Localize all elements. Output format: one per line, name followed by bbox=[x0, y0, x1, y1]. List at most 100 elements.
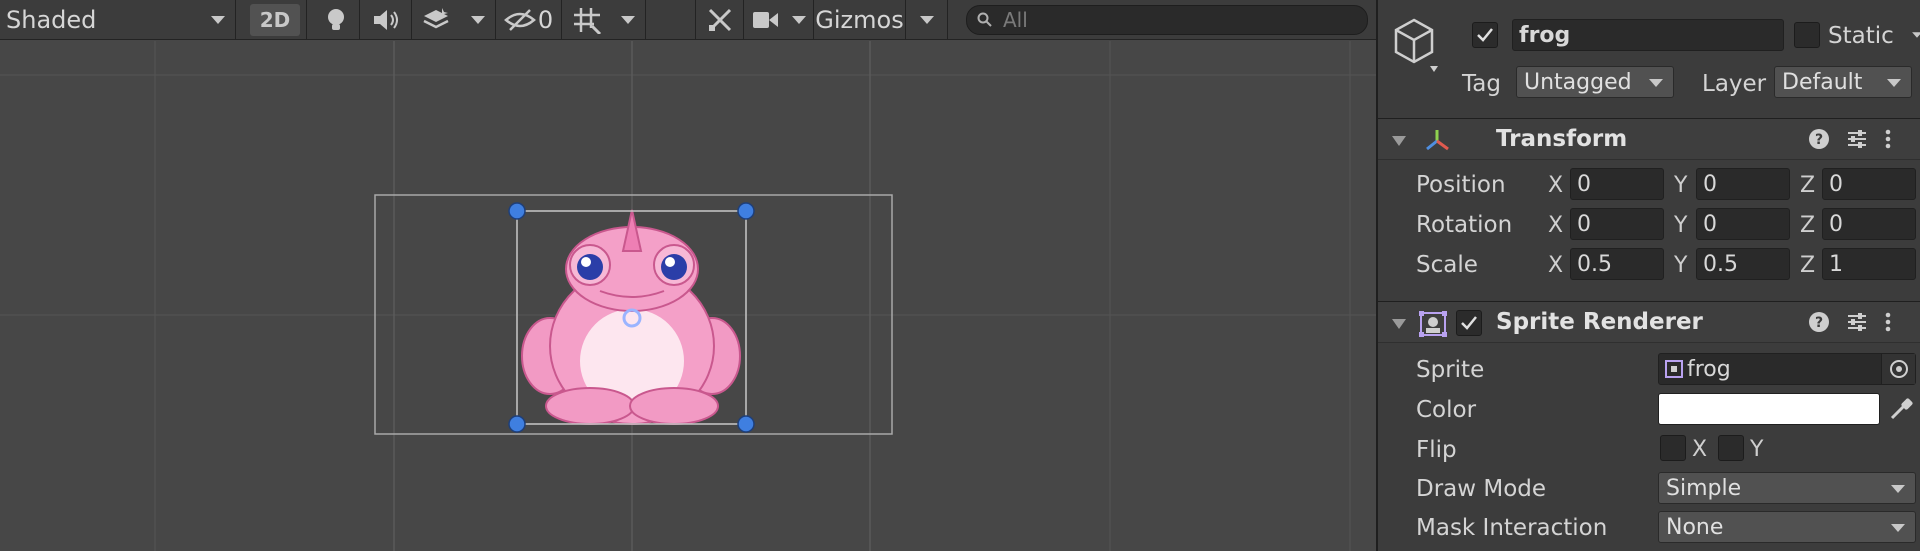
layer-value: Default bbox=[1782, 69, 1863, 95]
target-picker-icon bbox=[1889, 360, 1908, 378]
mask-interaction-dropdown[interactable]: None bbox=[1658, 511, 1916, 543]
rotation-x-value: 0 bbox=[1577, 211, 1591, 237]
checkmark-icon bbox=[1477, 28, 1493, 42]
grid-dropdown[interactable] bbox=[562, 0, 646, 40]
scale-y-field[interactable]: 0.5 bbox=[1696, 248, 1790, 280]
chevron-down-icon bbox=[1891, 524, 1905, 532]
layer-dropdown[interactable]: Default bbox=[1774, 66, 1912, 98]
rotation-x-field[interactable]: 0 bbox=[1570, 208, 1664, 240]
flip-label: Flip bbox=[1416, 437, 1457, 463]
transform-icon bbox=[1426, 130, 1449, 151]
tag-label: Tag bbox=[1462, 71, 1501, 97]
object-name-field[interactable]: frog bbox=[1512, 19, 1784, 51]
preset-icon[interactable] bbox=[1846, 128, 1868, 150]
chevron-down-icon bbox=[1649, 79, 1663, 87]
rotation-z-value: 0 bbox=[1829, 211, 1843, 237]
layer-label: Layer bbox=[1702, 71, 1767, 97]
scene-view[interactable]: Shaded 2D 0 Gizmos All bbox=[0, 0, 1376, 551]
sprite-renderer-icon bbox=[1419, 311, 1447, 337]
axis-z-label: Z bbox=[1800, 253, 1816, 278]
position-y-field[interactable]: 0 bbox=[1696, 168, 1790, 200]
scale-x-field[interactable]: 0.5 bbox=[1570, 248, 1664, 280]
axis-y-label: Y bbox=[1674, 213, 1688, 238]
mode-2d-button[interactable]: 2D bbox=[250, 4, 300, 36]
grid-snap-icon bbox=[573, 8, 601, 34]
eye-hidden-icon bbox=[503, 9, 536, 31]
position-x-field[interactable]: 0 bbox=[1570, 168, 1664, 200]
axis-y-label: Y bbox=[1674, 253, 1688, 278]
effects-dropdown[interactable] bbox=[412, 0, 496, 40]
help-icon[interactable]: ? bbox=[1808, 311, 1830, 333]
sprite-value: frog bbox=[1687, 356, 1731, 382]
position-label: Position bbox=[1416, 172, 1506, 198]
rotation-z-field[interactable]: 0 bbox=[1822, 208, 1916, 240]
rect-handle-top-left[interactable] bbox=[508, 202, 526, 220]
camera-dropdown[interactable] bbox=[744, 0, 814, 40]
rotation-label: Rotation bbox=[1416, 212, 1513, 238]
frog-sprite-object[interactable] bbox=[0, 41, 1376, 551]
tag-dropdown[interactable]: Untagged bbox=[1516, 66, 1674, 98]
axis-x-label: X bbox=[1548, 213, 1564, 238]
flip-x-checkbox[interactable] bbox=[1660, 435, 1686, 461]
rect-handle-bottom-left[interactable] bbox=[508, 415, 526, 433]
chevron-down-icon bbox=[470, 16, 485, 24]
draw-mode-dropdown[interactable]: Simple bbox=[1658, 472, 1916, 504]
search-placeholder: All bbox=[1003, 8, 1028, 32]
position-x-value: 0 bbox=[1577, 171, 1591, 197]
svg-text:?: ? bbox=[1815, 315, 1823, 331]
chevron-down-icon bbox=[919, 16, 934, 24]
gizmos-label: Gizmos bbox=[815, 6, 904, 34]
transform-header[interactable]: Transform ? bbox=[1378, 118, 1920, 160]
sprite-renderer-enabled-checkbox[interactable] bbox=[1456, 310, 1482, 336]
object-name: frog bbox=[1519, 22, 1571, 48]
static-dropdown-icon[interactable] bbox=[1912, 32, 1920, 38]
draw-mode-label: Draw Mode bbox=[1416, 476, 1547, 502]
rect-handle-bottom-right[interactable] bbox=[737, 415, 755, 433]
flip-x-label: X bbox=[1692, 437, 1708, 462]
help-icon[interactable]: ? bbox=[1808, 128, 1830, 150]
rotation-y-value: 0 bbox=[1703, 211, 1717, 237]
more-menu-icon[interactable] bbox=[1884, 128, 1892, 150]
rect-handle-top-right[interactable] bbox=[737, 202, 755, 220]
frog-sprite[interactable] bbox=[521, 209, 741, 425]
axis-x-label: X bbox=[1548, 253, 1564, 278]
object-picker-button[interactable] bbox=[1881, 354, 1915, 384]
chevron-down-icon bbox=[211, 16, 225, 24]
scene-toolbar: Shaded 2D 0 Gizmos All bbox=[0, 0, 1376, 40]
gizmos-dropdown[interactable] bbox=[906, 0, 948, 40]
scene-search-input[interactable]: All bbox=[966, 5, 1368, 35]
mask-interaction-value: None bbox=[1666, 514, 1724, 540]
scene-visibility-toggle[interactable]: 0 bbox=[496, 0, 562, 40]
flip-y-checkbox[interactable] bbox=[1718, 435, 1744, 461]
more-menu-icon[interactable] bbox=[1884, 311, 1892, 333]
preset-icon[interactable] bbox=[1846, 311, 1868, 333]
scene-viewport[interactable] bbox=[0, 41, 1376, 551]
scale-x-value: 0.5 bbox=[1577, 251, 1612, 277]
static-checkbox[interactable] bbox=[1794, 22, 1820, 48]
shading-mode-dropdown[interactable]: Shaded bbox=[0, 0, 236, 40]
scale-z-field[interactable]: 1 bbox=[1822, 248, 1916, 280]
position-z-field[interactable]: 0 bbox=[1822, 168, 1916, 200]
sprite-renderer-header[interactable]: Sprite Renderer ? bbox=[1378, 301, 1920, 343]
rotation-y-field[interactable]: 0 bbox=[1696, 208, 1790, 240]
lighting-toggle[interactable] bbox=[312, 0, 360, 40]
sprite-label: Sprite bbox=[1416, 357, 1485, 383]
chevron-down-icon bbox=[1891, 485, 1905, 493]
tools-button[interactable] bbox=[696, 0, 744, 40]
color-swatch[interactable] bbox=[1658, 393, 1880, 425]
fold-arrow-icon[interactable] bbox=[1392, 136, 1406, 146]
transform-title: Transform bbox=[1496, 126, 1628, 152]
audio-toggle[interactable] bbox=[360, 0, 412, 40]
object-active-checkbox[interactable] bbox=[1472, 22, 1498, 48]
eyedropper-icon[interactable] bbox=[1888, 396, 1914, 422]
draw-mode-value: Simple bbox=[1666, 475, 1742, 501]
sprite-renderer-title: Sprite Renderer bbox=[1496, 309, 1703, 335]
svg-text:?: ? bbox=[1815, 132, 1823, 148]
fold-arrow-icon[interactable] bbox=[1392, 319, 1406, 329]
speaker-icon bbox=[373, 10, 398, 30]
tag-value: Untagged bbox=[1524, 69, 1632, 95]
scale-label: Scale bbox=[1416, 252, 1478, 278]
gizmos-button[interactable]: Gizmos bbox=[814, 0, 906, 40]
position-y-value: 0 bbox=[1703, 171, 1717, 197]
sprite-object-field[interactable]: frog bbox=[1658, 353, 1916, 385]
